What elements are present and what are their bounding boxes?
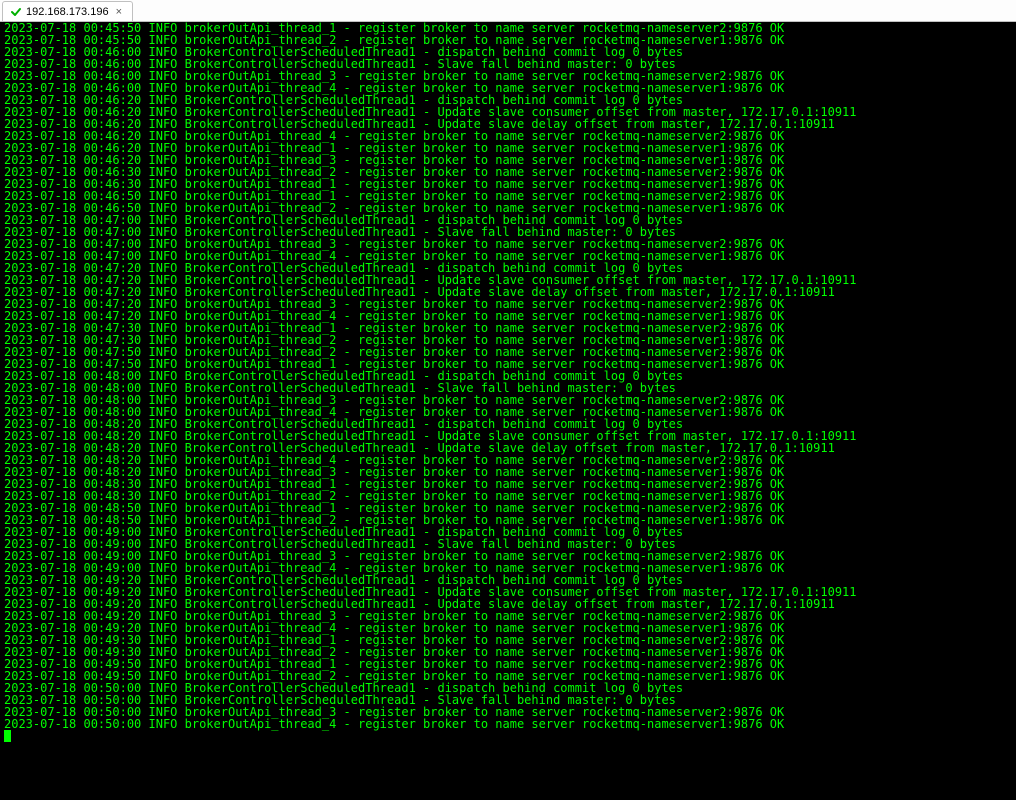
- tab-bar: 192.168.173.196 ×: [0, 0, 1016, 22]
- cursor: [4, 730, 11, 742]
- session-tab[interactable]: 192.168.173.196 ×: [2, 1, 133, 21]
- connected-icon: [11, 7, 21, 17]
- terminal-output: 2023-07-18 00:45:50 INFO brokerOutApi_th…: [4, 22, 1016, 742]
- tab-title: 192.168.173.196: [26, 6, 109, 18]
- close-icon[interactable]: ×: [114, 6, 124, 18]
- terminal[interactable]: 2023-07-18 00:45:50 INFO brokerOutApi_th…: [0, 22, 1016, 800]
